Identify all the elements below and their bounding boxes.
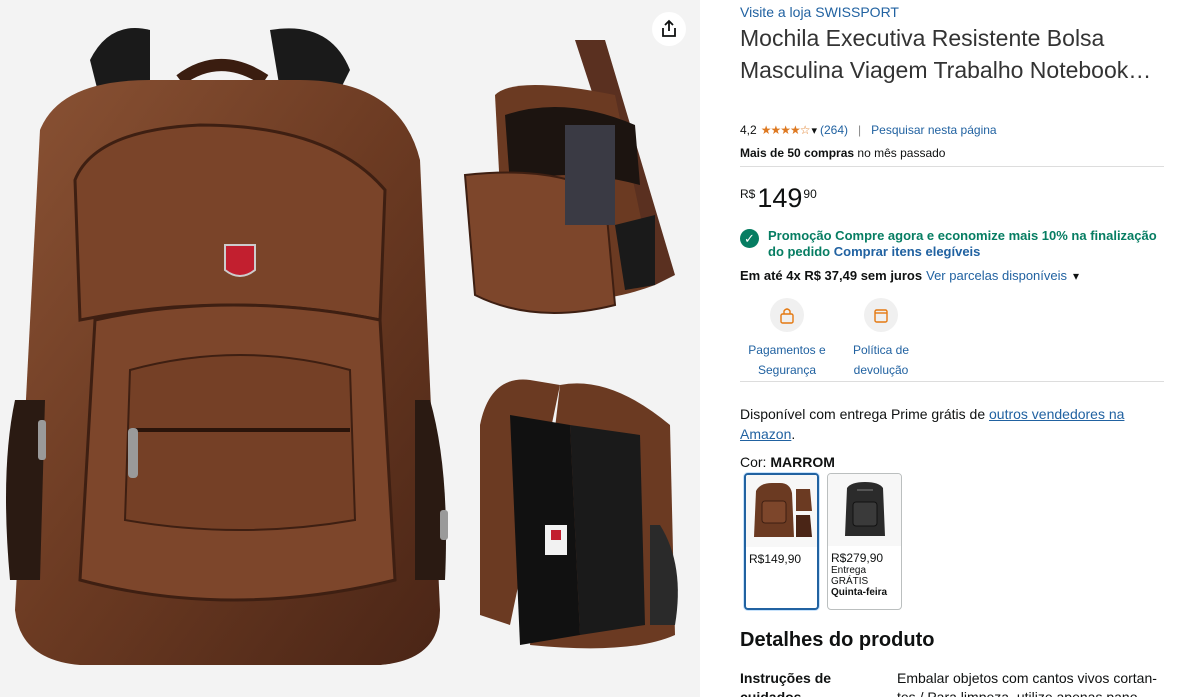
rating-row: 4,2 ★★★★☆ ▾ (264) | Pesquisar nesta pági…: [740, 123, 997, 137]
swatch-delivery: Entrega: [831, 565, 867, 576]
details-value: Embalar objetos com cantos vivos cortan-…: [897, 670, 1157, 697]
eligible-items-link[interactable]: Comprar itens elegíveis: [834, 244, 981, 259]
color-label: Cor: MARROM: [740, 454, 835, 470]
swatch-price: R$279,90: [831, 551, 884, 565]
swatch-black[interactable]: R$279,90 Entrega GRÁTIS Quinta-feira: [827, 473, 902, 610]
lock-icon: [770, 298, 804, 332]
color-swatches: R$149,90 R$279,90 Entrega GRÁTIS Quinta-…: [744, 473, 910, 610]
backpack-main-image[interactable]: [0, 20, 450, 680]
swatch-delivery-day: Quinta-feira: [831, 587, 888, 598]
chevron-down-icon[interactable]: ▾: [1073, 269, 1079, 283]
installments-link[interactable]: Ver parcelas disponíveis: [926, 268, 1067, 283]
check-circle-icon: ✓: [740, 229, 759, 248]
availability-suffix: .: [791, 426, 796, 442]
share-icon: [662, 19, 676, 37]
chevron-down-icon[interactable]: ▾: [811, 124, 817, 137]
product-title: Mochila Executiva Resistente Bolsa Mascu…: [740, 25, 1152, 83]
purchase-count-rest: no mês passado: [857, 146, 946, 160]
rating-count-link[interactable]: (264): [820, 123, 848, 137]
availability: Disponível com entrega Prime grátis de o…: [740, 404, 1160, 444]
price-whole: 149: [757, 183, 803, 213]
badge-label-line2: devolução: [853, 363, 909, 377]
badge-label-line1: Pagamentos e: [748, 343, 826, 357]
badge-label-line2: Segurança: [757, 363, 817, 377]
color-value: MARROM: [770, 454, 835, 470]
swatch-image: [828, 474, 901, 546]
divider: [740, 381, 1164, 382]
return-icon: [864, 298, 898, 332]
trust-badges: Pagamentos e Segurança Política de devol…: [740, 298, 928, 380]
rating-value: 4,2: [740, 123, 757, 137]
swatch-brown[interactable]: R$149,90: [744, 473, 819, 610]
badge-label-line1: Política de: [852, 343, 910, 357]
swatch-price: R$149,90: [749, 552, 802, 566]
product-details-heading: Detalhes do produto: [740, 629, 935, 651]
badge-return-policy[interactable]: Política de devolução: [834, 298, 928, 380]
price-currency: R$: [740, 187, 756, 201]
color-label-text: Cor:: [740, 454, 767, 470]
badge-payment-security[interactable]: Pagamentos e Segurança: [740, 298, 834, 380]
swatch-free: GRÁTIS: [831, 576, 869, 587]
installments-text: Em até 4x R$ 37,49 sem juros: [740, 268, 923, 283]
backpack-back-image[interactable]: [470, 365, 690, 665]
purchase-count-bold: Mais de 50 compras: [740, 146, 855, 160]
store-link[interactable]: Visite a loja SWISSPORT: [740, 4, 899, 20]
product-image-gallery[interactable]: [0, 0, 700, 697]
price-fraction: 90: [803, 187, 817, 201]
swatch-image: [746, 475, 817, 547]
availability-text: Disponível com entrega Prime grátis de: [740, 406, 986, 422]
promo-message: ✓ Promoção Compre agora e economize mais…: [740, 228, 1164, 260]
backpack-open-image[interactable]: [455, 35, 685, 325]
purchase-count: Mais de 50 compras no mês passado: [740, 146, 945, 160]
divider: |: [858, 123, 862, 137]
search-page-link[interactable]: Pesquisar nesta página: [871, 123, 996, 137]
installments: Em até 4x R$ 37,49 sem juros Ver parcela…: [740, 268, 1079, 283]
price: R$ 149 90: [740, 182, 817, 214]
share-button[interactable]: [652, 12, 686, 46]
details-key: Instruções de cuidados: [740, 670, 832, 697]
divider: [740, 166, 1164, 167]
rating-stars-icon[interactable]: ★★★★☆: [761, 123, 811, 137]
